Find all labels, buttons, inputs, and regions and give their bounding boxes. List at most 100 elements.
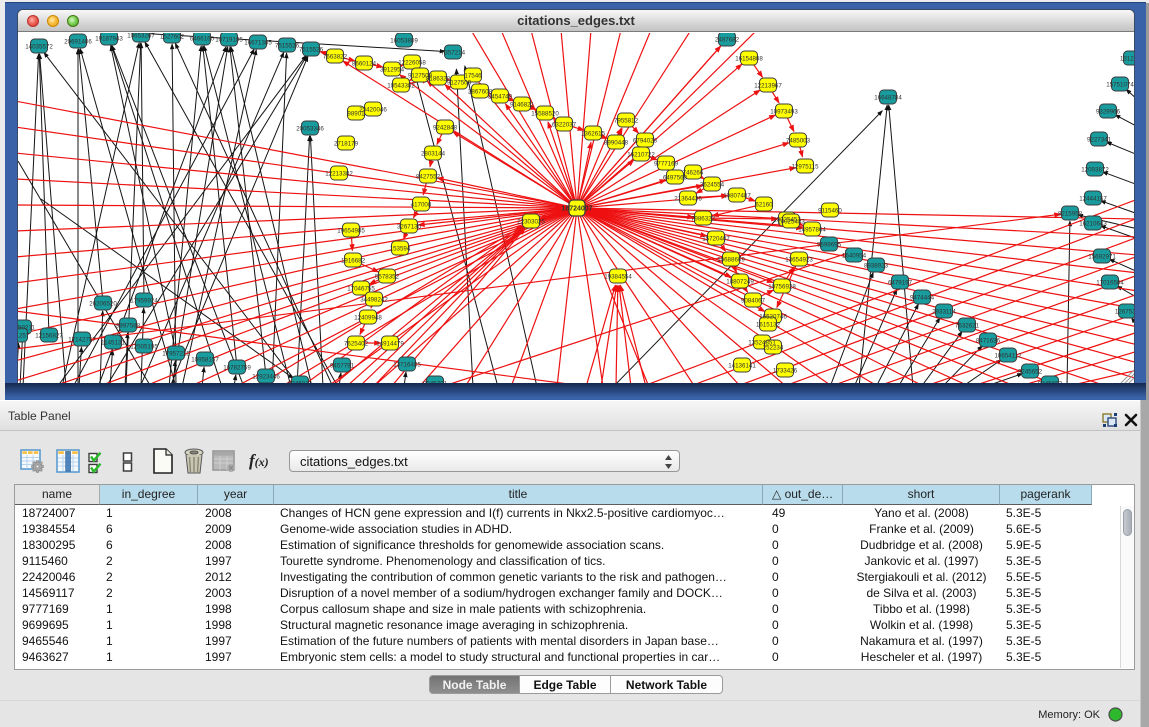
svg-text:16210643: 16210643: [1079, 220, 1107, 227]
svg-text:10973493: 10973493: [770, 108, 798, 115]
svg-text:10958157: 10958157: [191, 356, 219, 363]
svg-text:34498242: 34498242: [360, 296, 388, 303]
svg-text:18807249: 18807249: [726, 278, 754, 285]
svg-text:12444157: 12444157: [1079, 195, 1107, 202]
svg-text:9474444: 9474444: [910, 294, 935, 301]
svg-text:10025433: 10025433: [777, 218, 805, 225]
svg-text:8427552: 8427552: [416, 173, 441, 180]
svg-text:1615132: 1615132: [756, 321, 781, 328]
svg-text:9245701: 9245701: [423, 380, 448, 383]
svg-text:12093872: 12093872: [1081, 166, 1109, 173]
svg-text:9146821: 9146821: [510, 101, 535, 108]
svg-text:16053809: 16053809: [390, 37, 418, 44]
svg-text:10653267: 10653267: [127, 33, 155, 39]
svg-text:13716485: 13716485: [393, 361, 421, 368]
svg-text:8471636: 8471636: [976, 337, 1001, 344]
svg-text:10807487: 10807487: [723, 192, 751, 199]
svg-text:1145131: 1145131: [101, 339, 125, 346]
svg-text:7632621: 7632621: [955, 322, 980, 329]
svg-text:3912954: 3912954: [380, 66, 405, 73]
svg-text:14035572: 14035572: [25, 43, 53, 50]
svg-text:4350211: 4350211: [18, 324, 35, 331]
svg-text:16782759: 16782759: [223, 364, 251, 371]
svg-text:14136141: 14136141: [728, 362, 756, 369]
svg-text:17142757: 17142757: [68, 336, 96, 343]
svg-text:1362615: 1362615: [581, 130, 606, 137]
svg-text:10654112: 10654112: [994, 352, 1022, 359]
svg-text:17016504: 17016504: [1096, 279, 1124, 286]
svg-text:12156827: 12156827: [35, 332, 63, 339]
svg-text:7663822: 7663822: [323, 53, 348, 60]
svg-text:12505195: 12505195: [130, 343, 158, 350]
svg-text:16154808: 16154808: [735, 55, 763, 62]
svg-text:17957225: 17957225: [162, 350, 190, 357]
svg-text:21364436: 21364436: [674, 195, 702, 202]
svg-text:62160: 62160: [755, 201, 773, 208]
svg-text:20691406: 20691406: [64, 38, 92, 45]
svg-text:98901: 98901: [347, 110, 365, 117]
svg-text:153594: 153594: [390, 245, 411, 252]
svg-text:9245653: 9245653: [1038, 380, 1063, 383]
svg-text:9457791: 9457791: [330, 362, 355, 369]
svg-text:2487682: 2487682: [715, 36, 740, 43]
svg-text:2803144: 2803144: [421, 150, 446, 157]
svg-text:8215958: 8215958: [1058, 210, 1083, 217]
svg-text:9127508: 9127508: [447, 79, 472, 86]
svg-text:1267533: 1267533: [1115, 308, 1134, 315]
svg-text:746266: 746266: [683, 169, 704, 176]
svg-text:9115460: 9115460: [818, 207, 842, 214]
svg-text:1527602: 1527602: [160, 33, 185, 40]
svg-text:391257: 391257: [18, 332, 30, 339]
svg-text:14914479: 14914479: [376, 340, 404, 347]
svg-text:1312541: 1312541: [1120, 55, 1134, 62]
svg-text:16671385: 16671385: [244, 39, 272, 46]
svg-text:12226058: 12226058: [398, 59, 426, 66]
svg-text:16648784: 16648784: [874, 94, 902, 101]
svg-text:14957864: 14957864: [798, 226, 826, 233]
svg-text:10543382: 10543382: [387, 82, 415, 89]
svg-text:9245652: 9245652: [1018, 368, 1043, 375]
svg-text:5578352: 5578352: [375, 273, 400, 280]
svg-text:19654985: 19654985: [337, 227, 365, 234]
svg-text:26206520: 26206520: [89, 300, 117, 307]
svg-text:1640954: 1640954: [842, 252, 867, 259]
svg-text:9227341: 9227341: [1087, 136, 1112, 143]
svg-text:2933114: 2933114: [932, 308, 956, 315]
svg-text:20053346: 20053346: [296, 125, 324, 132]
svg-text:7515526: 7515526: [299, 46, 324, 53]
svg-text:12409948: 12409948: [354, 314, 382, 321]
svg-text:8660124: 8660124: [352, 60, 377, 67]
svg-text:12213382: 12213382: [325, 170, 353, 177]
svg-text:1916682: 1916682: [341, 257, 366, 264]
svg-text:7625402: 7625402: [344, 340, 369, 347]
svg-text:7986322: 7986322: [691, 215, 716, 222]
svg-text:17046755: 17046755: [347, 285, 375, 292]
svg-text:16210722: 16210722: [627, 151, 655, 158]
svg-text:7955812: 7955812: [614, 117, 639, 124]
svg-text:6466160: 6466160: [190, 35, 215, 42]
svg-text:12923446: 12923446: [252, 373, 280, 380]
svg-text:252234: 252234: [763, 344, 784, 351]
svg-text:18724007: 18724007: [561, 206, 592, 213]
svg-text:7357214: 7357214: [441, 49, 466, 56]
svg-text:8938923: 8938923: [864, 262, 889, 269]
svg-text:3267130: 3267130: [397, 223, 422, 230]
svg-text:17546: 17546: [464, 72, 482, 79]
svg-text:15751074: 15751074: [1106, 81, 1134, 88]
svg-text:9329966: 9329966: [1096, 108, 1121, 115]
svg-text:15720407: 15720407: [702, 235, 730, 242]
svg-text:16520746: 16520746: [759, 313, 787, 320]
svg-text:10688609: 10688609: [717, 256, 745, 263]
svg-text:1733426: 1733426: [773, 367, 798, 374]
svg-text:6794028: 6794028: [633, 137, 658, 144]
svg-text:12213967: 12213967: [754, 82, 782, 89]
svg-text:22303025: 22303025: [517, 218, 545, 225]
svg-text:9245011: 9245011: [288, 380, 312, 383]
svg-text:9777169: 9777169: [654, 160, 679, 167]
svg-text:7485003: 7485003: [786, 137, 811, 144]
svg-text:6479197: 6479197: [888, 279, 913, 286]
svg-text:9084067: 9084067: [741, 297, 766, 304]
svg-text:417008: 417008: [411, 201, 432, 208]
svg-text:12975115: 12975115: [791, 163, 819, 170]
svg-text:17959924: 17959924: [130, 297, 158, 304]
